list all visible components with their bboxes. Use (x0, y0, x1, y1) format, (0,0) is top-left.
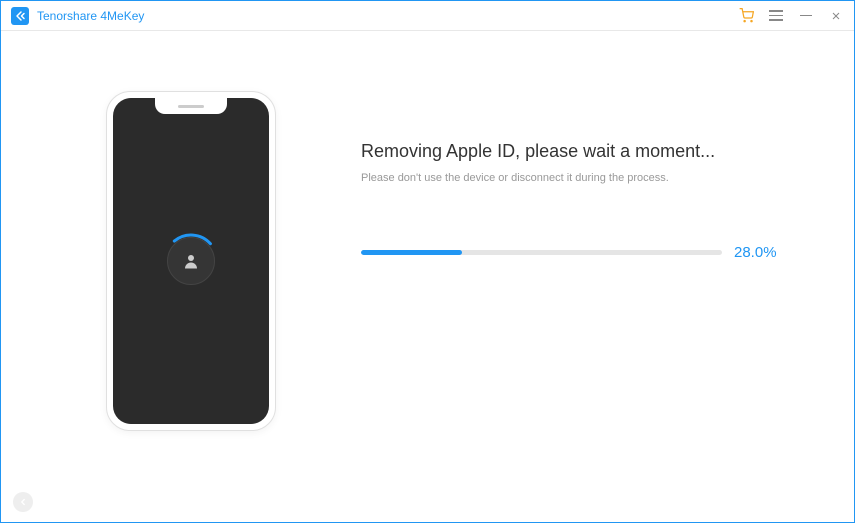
titlebar: Tenorshare 4MeKey (1, 1, 854, 31)
phone-frame (106, 91, 276, 431)
progress-track (361, 250, 722, 255)
back-button[interactable] (13, 492, 33, 512)
status-subtext: Please don't use the device or disconnec… (361, 172, 784, 184)
progress-fill (361, 250, 462, 255)
close-button[interactable] (828, 8, 844, 24)
app-logo-icon (11, 7, 29, 25)
content-area: Removing Apple ID, please wait a moment.… (1, 31, 854, 492)
titlebar-controls (738, 8, 844, 24)
phone-screen (113, 98, 269, 424)
status-heading: Removing Apple ID, please wait a moment.… (361, 141, 784, 162)
progress-percent-label: 28.0% (734, 244, 784, 261)
minimize-button[interactable] (798, 8, 814, 24)
menu-icon[interactable] (768, 8, 784, 24)
app-title: Tenorshare 4MeKey (37, 9, 738, 23)
spinner-arc-icon (163, 233, 219, 289)
info-panel: Removing Apple ID, please wait a moment.… (341, 81, 814, 261)
app-window: Tenorshare 4MeKey (0, 0, 855, 523)
device-illustration (41, 81, 341, 431)
cart-icon[interactable] (738, 8, 754, 24)
user-avatar-spinner (167, 237, 215, 285)
progress-bar: 28.0% (361, 244, 784, 261)
phone-notch (155, 98, 227, 114)
